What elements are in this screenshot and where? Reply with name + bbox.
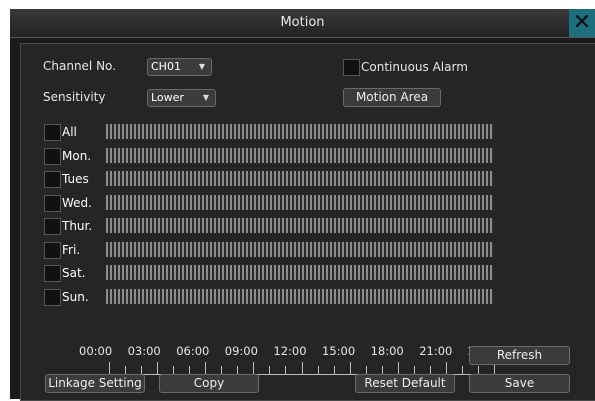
time-tick <box>269 366 271 374</box>
day-checkbox[interactable] <box>44 171 61 188</box>
time-tick <box>381 366 383 374</box>
day-checkbox[interactable] <box>44 194 61 212</box>
day-label: Mon. <box>62 148 92 163</box>
day-checkbox[interactable] <box>44 265 61 282</box>
settings-panel: Channel No. CH01 ▼ Continuous Alarm Sens… <box>20 43 595 401</box>
day-schedule-bar[interactable] <box>106 194 494 210</box>
time-tick <box>461 366 463 374</box>
time-tick <box>349 362 351 374</box>
time-tick <box>205 362 207 374</box>
continuous-alarm-label: Continuous Alarm <box>361 60 468 74</box>
reset-default-button[interactable]: Reset Default <box>355 374 455 393</box>
day-schedule-bar[interactable] <box>106 265 494 280</box>
time-label: 15:00 <box>322 344 356 358</box>
day-checkbox[interactable] <box>44 124 61 141</box>
sensitivity-value: Lower <box>151 91 184 104</box>
day-schedule-bar[interactable] <box>106 218 494 233</box>
day-checkbox[interactable] <box>44 288 61 306</box>
time-tick <box>301 362 303 374</box>
time-tick <box>333 366 335 374</box>
time-label: 21:00 <box>419 344 453 358</box>
time-tick <box>285 366 287 374</box>
time-label: 03:00 <box>127 344 161 358</box>
refresh-button[interactable]: Refresh <box>469 346 570 365</box>
dialog-title: Motion <box>280 15 325 30</box>
motion-area-button[interactable]: Motion Area <box>343 88 441 107</box>
time-tick <box>157 362 159 374</box>
time-tick <box>109 362 110 374</box>
time-tick <box>397 362 399 374</box>
sensitivity-select[interactable]: Lower ▼ <box>147 89 216 107</box>
day-checkbox[interactable] <box>44 241 61 259</box>
time-tick <box>189 366 191 374</box>
day-label: Tues <box>62 172 89 186</box>
copy-button[interactable]: Copy <box>159 374 259 393</box>
time-tick <box>317 366 319 374</box>
day-label: Sun. <box>62 289 89 304</box>
day-schedule-bar[interactable] <box>106 288 494 304</box>
day-schedule-bar[interactable] <box>106 171 494 186</box>
time-tick <box>253 362 255 374</box>
time-tick <box>173 366 175 374</box>
channel-value: CH01 <box>151 60 181 73</box>
time-label: 00:00 <box>79 344 113 358</box>
day-label: Wed. <box>62 195 92 210</box>
time-label: 18:00 <box>370 344 404 358</box>
chevron-down-icon: ▼ <box>198 62 205 71</box>
time-tick <box>237 366 239 374</box>
channel-label: Channel No. <box>43 59 117 73</box>
motion-dialog: Motion ✕ Channel No. CH01 ▼ Continuous A… <box>10 9 595 401</box>
channel-select[interactable]: CH01 ▼ <box>147 58 212 76</box>
day-schedule-bar[interactable] <box>106 241 494 257</box>
time-label: 12:00 <box>273 344 307 358</box>
save-button[interactable]: Save <box>469 374 570 393</box>
day-schedule-bar[interactable] <box>106 124 494 139</box>
day-checkbox[interactable] <box>44 218 61 235</box>
time-tick <box>125 366 127 374</box>
time-tick <box>413 366 415 374</box>
time-tick <box>221 366 223 374</box>
time-tick <box>141 366 143 374</box>
time-tick <box>445 362 447 374</box>
close-icon[interactable]: ✕ <box>569 9 595 37</box>
time-label: 06:00 <box>176 344 210 358</box>
chevron-down-icon: ▼ <box>202 93 209 102</box>
day-schedule-bar[interactable] <box>106 147 494 163</box>
day-label: Thur. <box>62 219 93 233</box>
day-label: All <box>62 125 77 139</box>
sensitivity-label: Sensitivity <box>43 90 106 104</box>
linkage-setting-button[interactable]: Linkage Setting <box>45 374 145 393</box>
day-label: Sat. <box>62 266 86 280</box>
title-bar: Motion ✕ <box>10 9 595 38</box>
time-tick <box>429 366 431 374</box>
time-tick <box>477 366 479 374</box>
time-label: 09:00 <box>224 344 258 358</box>
continuous-alarm-checkbox[interactable] <box>343 59 360 76</box>
day-checkbox[interactable] <box>44 147 61 165</box>
time-tick <box>365 366 367 374</box>
day-label: Fri. <box>62 242 81 257</box>
